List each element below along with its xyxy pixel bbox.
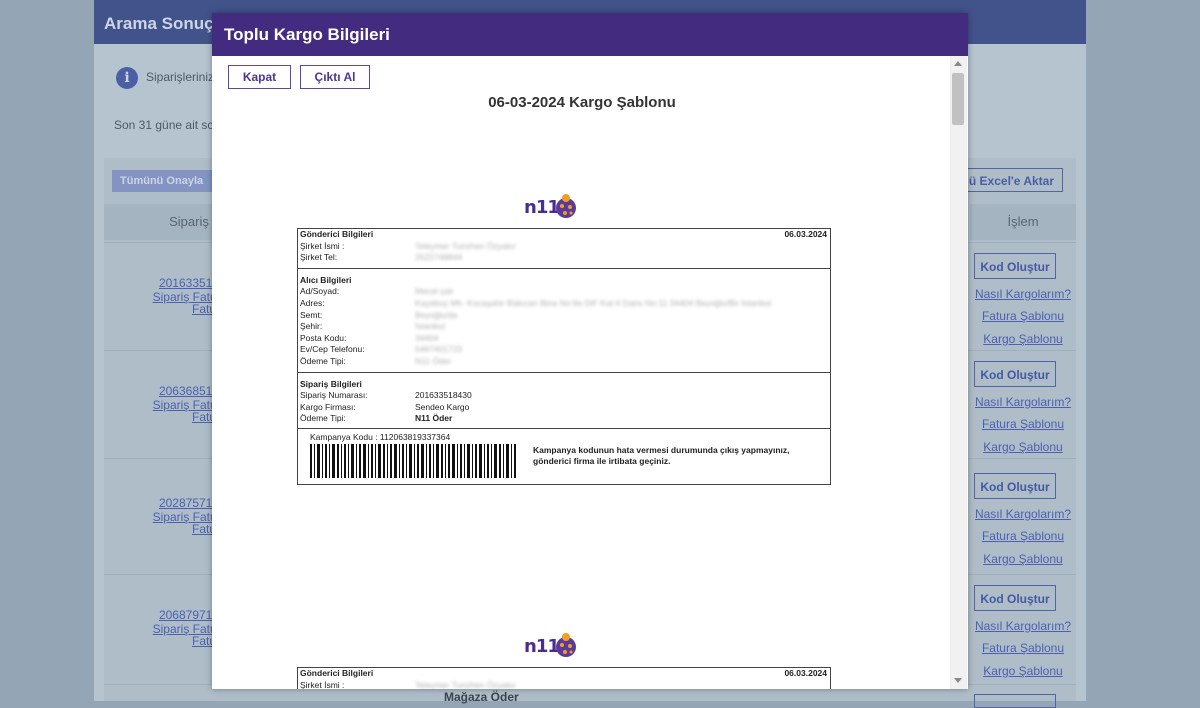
order-header: Sipariş Bilgileri [300, 378, 362, 389]
receiver-header: Alıcı Bilgileri [300, 274, 352, 285]
company-name-row: Şirket İsmi : Teleymer Turizhen Özyakır [300, 679, 517, 689]
modal-body: Kapat Çıktı Al 06-03-2024 Kargo Şablonu … [212, 56, 968, 689]
cargo-slip: Gönderici Bilgileri 06.03.2024 Şirket İsm… [297, 667, 831, 689]
create-code-button-partial[interactable] [974, 694, 1056, 708]
scroll-down-icon[interactable] [954, 678, 962, 683]
receiver-name-row: Ad/Soyad: Mecal çalı [300, 286, 454, 297]
how-to-ship-link[interactable]: Nasıl Kargolarım? [970, 287, 1076, 301]
company-tel-row: Şirket Tel: 2522748844 [300, 252, 463, 263]
postal-code-row: Posta Kodu: 34404 [300, 332, 439, 343]
period-text: Son 31 güne ait sc [114, 118, 214, 132]
receiver-section: Alıcı Bilgileri Ad/Soyad: Mecal çalı Adre… [298, 269, 830, 373]
scroll-up-icon[interactable] [954, 61, 962, 66]
cargo-template-link[interactable]: Kargo Şablonu [970, 440, 1076, 454]
barcode-icon [310, 443, 516, 478]
info-icon: i [116, 67, 138, 89]
invoice-template-link[interactable]: Fatura Şablonu [970, 417, 1076, 431]
semt-row: Semt: Beyoğlu/da [300, 309, 458, 320]
payment-type-row: Ödeme Tipi: N11 Öder [300, 413, 453, 424]
page-title: Arama Sonuç [104, 14, 214, 33]
close-button[interactable]: Kapat [228, 65, 291, 89]
invoice-template-link[interactable]: Fatura Şablonu [970, 309, 1076, 323]
approve-all-button[interactable]: Tümünü Onayla [112, 170, 212, 192]
address-row: Adres: Kayaboy Mh. Kocaşahir Bakıcan Bina… [300, 297, 772, 308]
campaign-warning: Kampanya kodunun hata vermesi durumunda … [533, 444, 790, 466]
modal-title: Toplu Kargo Bilgileri [212, 13, 968, 56]
order-number-row: Sipariş Numarası: 201633518430 [300, 390, 472, 401]
order-section: Sipariş Bilgileri Sipariş Numarası: 20163… [298, 373, 830, 429]
scroll-thumb[interactable] [952, 73, 964, 125]
payment-type-text: Mağaza Öder [444, 690, 519, 704]
create-code-button[interactable]: Kod Oluştur [974, 361, 1056, 387]
invoice-template-link[interactable]: Fatura Şablonu [970, 529, 1076, 543]
n11-logo: n11 [524, 193, 578, 223]
n11-logo: n11 [524, 632, 578, 662]
document-title: 06-03-2024 Kargo Şablonu [488, 94, 676, 111]
slip-date: 06.03.2024 [784, 229, 827, 239]
sender-section: Gönderici Bilgileri 06.03.2024 Şirket İsm… [298, 229, 830, 269]
n11-logo-text: n11 [524, 197, 560, 218]
sender-header: Gönderici Bilgileri 06.03.2024 [300, 229, 827, 239]
n11-logo-text: n11 [524, 636, 560, 657]
column-header-islem: İşlem [970, 204, 1076, 240]
phone-row: Ev/Cep Telefonu: 5467401723 [300, 344, 463, 355]
company-name-row: Şirket İsmi : Teleymer Turizhen Özyakır [300, 240, 517, 251]
create-code-button[interactable]: Kod Oluştur [974, 473, 1056, 499]
ladybug-icon [556, 633, 576, 657]
how-to-ship-link[interactable]: Nasıl Kargolarım? [970, 507, 1076, 521]
cargo-template-link[interactable]: Kargo Şablonu [970, 664, 1076, 678]
campaign-code: Kampanya Kodu : 112063819337364 [310, 431, 451, 442]
cargo-template-link[interactable]: Kargo Şablonu [970, 552, 1076, 566]
print-button[interactable]: Çıktı Al [300, 65, 370, 89]
cargo-company-row: Kargo Firması: Sendeo Kargo [300, 401, 470, 412]
create-code-button[interactable]: Kod Oluştur [974, 585, 1056, 611]
city-row: Şehir: İstanbul [300, 321, 445, 332]
how-to-ship-link[interactable]: Nasıl Kargolarım? [970, 619, 1076, 633]
cargo-template-link[interactable]: Kargo Şablonu [970, 332, 1076, 346]
campaign-section: Kampanya Kodu : 112063819337364 Kampanya… [298, 429, 830, 484]
sender-header: Gönderici Bilgileri 06.03.2024 [300, 668, 827, 678]
invoice-template-link[interactable]: Fatura Şablonu [970, 641, 1076, 655]
create-code-button[interactable]: Kod Oluştur [974, 253, 1056, 279]
modal-scrollbar[interactable] [950, 56, 967, 689]
info-text: Siparişleriniz [146, 70, 215, 84]
cargo-slip: Gönderici Bilgileri 06.03.2024 Şirket İsm… [297, 228, 831, 485]
receiver-payment-row: Ödeme Tipi: N11 Öder [300, 355, 452, 366]
ladybug-icon [556, 194, 576, 218]
how-to-ship-link[interactable]: Nasıl Kargolarım? [970, 395, 1076, 409]
slip-date: 06.03.2024 [784, 668, 827, 678]
bulk-cargo-modal: Toplu Kargo Bilgileri Kapat Çıktı Al 06-… [212, 13, 968, 689]
export-excel-button[interactable]: ü Excel'e Aktar [959, 168, 1063, 192]
